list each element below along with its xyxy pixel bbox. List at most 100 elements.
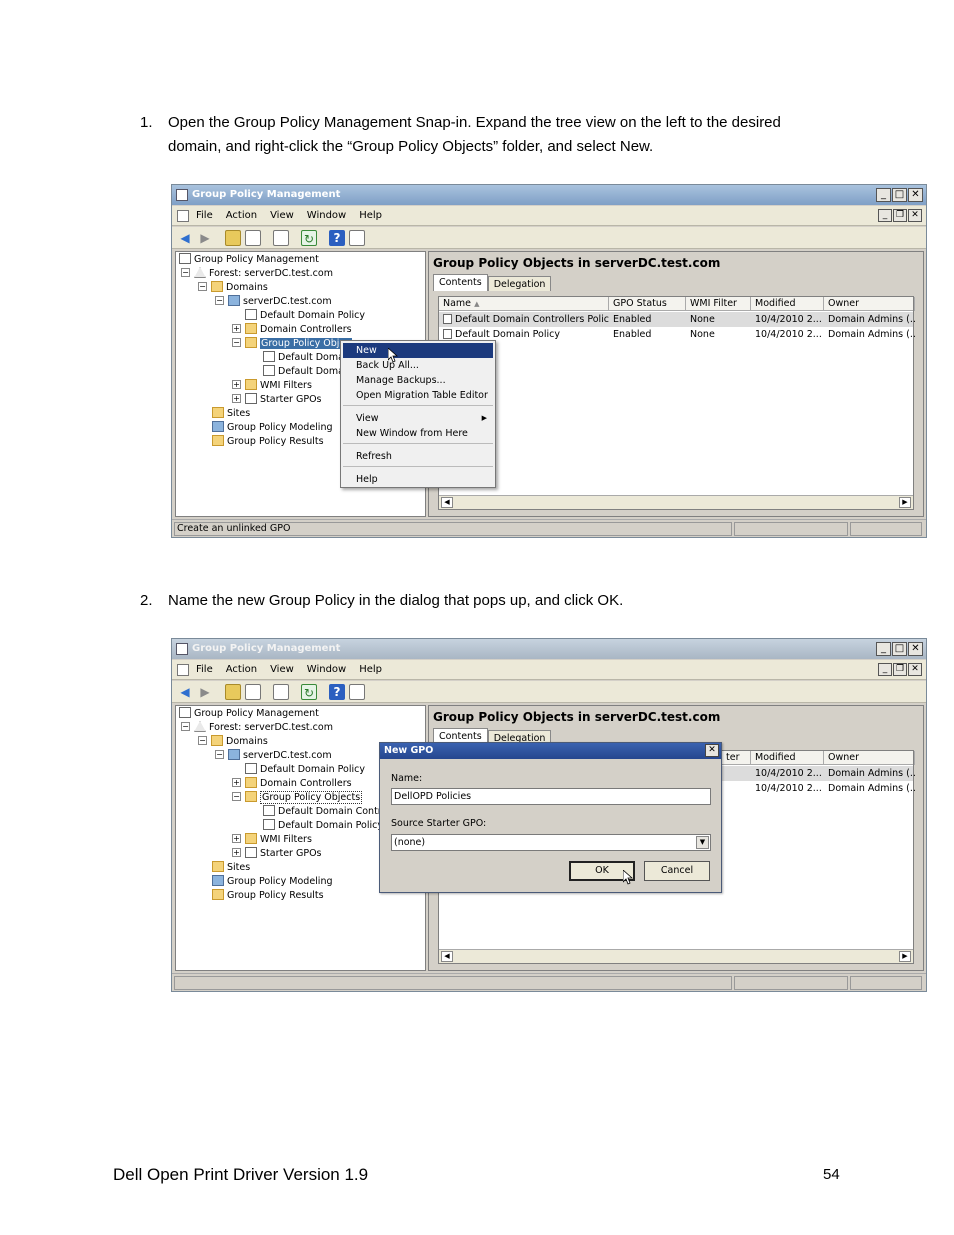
collapse-icon[interactable]: − bbox=[232, 338, 241, 347]
collapse-icon[interactable]: − bbox=[181, 268, 190, 277]
properties-icon[interactable] bbox=[273, 684, 289, 700]
up-folder-icon[interactable] bbox=[225, 230, 241, 246]
view-icon[interactable] bbox=[349, 230, 365, 246]
column-modified[interactable]: Modified bbox=[751, 751, 824, 765]
menu-view[interactable]: View bbox=[270, 210, 294, 221]
tree-node-domains[interactable]: − Domains bbox=[198, 281, 268, 295]
menu-item-migration-table[interactable]: Open Migration Table Editor bbox=[343, 388, 493, 403]
menu-file[interactable]: File bbox=[196, 210, 213, 221]
forward-arrow-icon[interactable]: ▶ bbox=[197, 230, 213, 246]
column-modified[interactable]: Modified bbox=[751, 297, 824, 311]
show-hide-tree-icon[interactable] bbox=[245, 684, 261, 700]
tree-node-modeling[interactable]: Group Policy Modeling bbox=[212, 421, 333, 435]
tree-node-default-domain-policy[interactable]: Default Domain Policy bbox=[245, 309, 365, 323]
properties-icon[interactable] bbox=[273, 230, 289, 246]
child-close-button[interactable]: ✕ bbox=[908, 663, 922, 676]
minimize-button[interactable]: _ bbox=[876, 642, 891, 656]
expand-icon[interactable]: + bbox=[232, 778, 241, 787]
tree-node-starter-gpos[interactable]: + Starter GPOs bbox=[232, 847, 322, 861]
child-restore-button[interactable]: ❐ bbox=[893, 209, 907, 222]
tree-node-gpo-1[interactable]: Default Domain Control bbox=[263, 805, 390, 819]
collapse-icon[interactable]: − bbox=[215, 296, 224, 305]
menu-item-new-window[interactable]: New Window from Here bbox=[343, 426, 493, 441]
help-icon[interactable]: ? bbox=[329, 230, 345, 246]
show-hide-tree-icon[interactable] bbox=[245, 230, 261, 246]
table-row[interactable]: Default Domain Controllers Policy Enable… bbox=[439, 312, 915, 327]
tree-node-domain[interactable]: − serverDC.test.com bbox=[215, 295, 332, 309]
menu-item-back-up-all[interactable]: Back Up All... bbox=[343, 358, 493, 373]
column-owner[interactable]: Owner bbox=[824, 751, 915, 765]
refresh-icon[interactable]: ↻ bbox=[301, 684, 317, 700]
expand-icon[interactable]: + bbox=[232, 848, 241, 857]
tree-node-forest[interactable]: − Forest: serverDC.test.com bbox=[181, 267, 333, 281]
tree-node-sites[interactable]: Sites bbox=[212, 861, 250, 875]
child-minimize-button[interactable]: _ bbox=[878, 209, 892, 222]
close-button[interactable]: ✕ bbox=[908, 642, 923, 656]
expand-icon[interactable]: + bbox=[232, 394, 241, 403]
menu-window[interactable]: Window bbox=[307, 210, 346, 221]
up-folder-icon[interactable] bbox=[225, 684, 241, 700]
menu-item-manage-backups[interactable]: Manage Backups... bbox=[343, 373, 493, 388]
back-arrow-icon[interactable]: ◀ bbox=[177, 230, 193, 246]
table-row[interactable]: Default Domain Policy Enabled None 10/4/… bbox=[439, 327, 915, 342]
menu-view[interactable]: View bbox=[270, 664, 294, 675]
menu-window[interactable]: Window bbox=[307, 664, 346, 675]
column-owner[interactable]: Owner bbox=[824, 297, 915, 311]
scroll-right-icon[interactable]: ▶ bbox=[899, 497, 911, 508]
scroll-right-icon[interactable]: ▶ bbox=[899, 951, 911, 962]
expand-icon[interactable]: + bbox=[232, 834, 241, 843]
child-minimize-button[interactable]: _ bbox=[878, 663, 892, 676]
tree-node-gpo-2[interactable]: Default Domain Policy bbox=[263, 819, 383, 833]
menu-item-refresh[interactable]: Refresh bbox=[343, 449, 493, 464]
menu-file[interactable]: File bbox=[196, 664, 213, 675]
tree-node-domain[interactable]: − serverDC.test.com bbox=[215, 749, 332, 763]
view-icon[interactable] bbox=[349, 684, 365, 700]
horizontal-scrollbar[interactable]: ◀ ▶ bbox=[439, 495, 913, 509]
tree-node-group-policy-objects[interactable]: − Group Policy Objec bbox=[232, 337, 352, 351]
tree-node-wmi-filters[interactable]: + WMI Filters bbox=[232, 379, 312, 393]
tree-node-gpo-2[interactable]: Default Domai bbox=[263, 365, 347, 379]
expand-icon[interactable]: + bbox=[232, 380, 241, 389]
tree-node-root[interactable]: Group Policy Management bbox=[179, 707, 319, 721]
column-wmi-filter[interactable]: WMI Filter bbox=[686, 297, 751, 311]
menu-item-new[interactable]: New bbox=[343, 343, 493, 358]
tree-node-forest[interactable]: − Forest: serverDC.test.com bbox=[181, 721, 333, 735]
chevron-down-icon[interactable]: ▼ bbox=[696, 836, 709, 849]
tree-node-results[interactable]: Group Policy Results bbox=[212, 435, 324, 449]
tree-node-modeling[interactable]: Group Policy Modeling bbox=[212, 875, 333, 889]
tree-node-group-policy-objects[interactable]: − Group Policy Objects bbox=[232, 791, 363, 805]
expand-icon[interactable]: + bbox=[232, 324, 241, 333]
minimize-button[interactable]: _ bbox=[876, 188, 891, 202]
scroll-left-icon[interactable]: ◀ bbox=[441, 497, 453, 508]
menu-item-help[interactable]: Help bbox=[343, 472, 493, 487]
menu-item-view[interactable]: View ▶ bbox=[343, 411, 493, 426]
menu-action[interactable]: Action bbox=[226, 664, 257, 675]
tree-node-domains[interactable]: − Domains bbox=[198, 735, 268, 749]
collapse-icon[interactable]: − bbox=[198, 282, 207, 291]
back-arrow-icon[interactable]: ◀ bbox=[177, 684, 193, 700]
column-gpo-status[interactable]: GPO Status bbox=[609, 297, 686, 311]
collapse-icon[interactable]: − bbox=[198, 736, 207, 745]
help-icon[interactable]: ? bbox=[329, 684, 345, 700]
collapse-icon[interactable]: − bbox=[181, 722, 190, 731]
tree-node-gpo-1[interactable]: Default Domai bbox=[263, 351, 347, 365]
menu-action[interactable]: Action bbox=[226, 210, 257, 221]
tree-node-root[interactable]: Group Policy Management bbox=[179, 253, 319, 267]
tree-node-domain-controllers[interactable]: + Domain Controllers bbox=[232, 777, 352, 791]
tree-node-starter-gpos[interactable]: + Starter GPOs bbox=[232, 393, 322, 407]
tree-node-domain-controllers[interactable]: + Domain Controllers bbox=[232, 323, 352, 337]
child-restore-button[interactable]: ❐ bbox=[893, 663, 907, 676]
collapse-icon[interactable]: − bbox=[232, 792, 241, 801]
dialog-close-button[interactable]: ✕ bbox=[705, 744, 719, 757]
refresh-icon[interactable]: ↻ bbox=[301, 230, 317, 246]
horizontal-scrollbar[interactable]: ◀ ▶ bbox=[439, 949, 913, 963]
tree-node-wmi-filters[interactable]: + WMI Filters bbox=[232, 833, 312, 847]
collapse-icon[interactable]: − bbox=[215, 750, 224, 759]
close-button[interactable]: ✕ bbox=[908, 188, 923, 202]
tab-delegation[interactable]: Delegation bbox=[487, 276, 552, 291]
menu-help[interactable]: Help bbox=[359, 210, 382, 221]
maximize-button[interactable]: □ bbox=[892, 188, 907, 202]
starter-gpo-select[interactable]: (none) ▼ bbox=[391, 834, 711, 851]
tab-contents[interactable]: Contents bbox=[433, 274, 488, 291]
gpo-name-input[interactable]: DellOPD Policies bbox=[391, 788, 711, 805]
